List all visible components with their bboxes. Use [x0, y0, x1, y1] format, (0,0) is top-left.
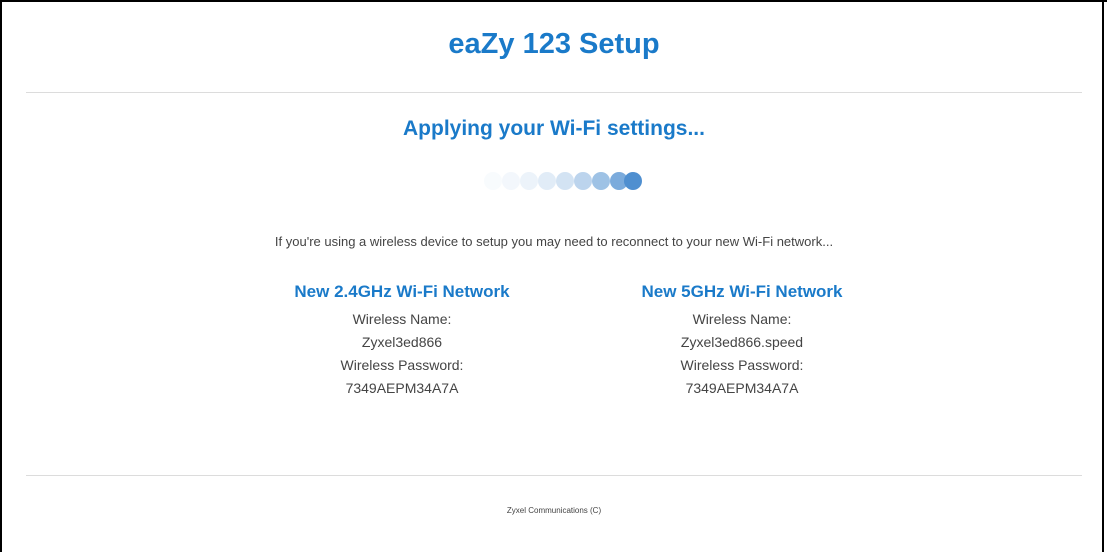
wireless-password-label: Wireless Password:	[680, 357, 804, 373]
network-5ghz-panel: New 5GHz Wi-Fi Network Wireless Name: Zy…	[592, 282, 892, 400]
network-title: New 5GHz Wi-Fi Network	[641, 282, 843, 301]
app-title: eaZy 123 Setup	[448, 28, 660, 60]
footer-copyright: Zyxel Communications (C)	[506, 506, 602, 515]
spinner-dot	[624, 172, 642, 190]
page-frame: eaZy 123 Setup Applying your Wi-Fi setti…	[0, 0, 1104, 552]
network-title: New 2.4GHz Wi-Fi Network	[294, 282, 510, 301]
wireless-name-value: Zyxel3ed866	[361, 334, 443, 350]
wireless-password-value: 7349AEPM34A7A	[345, 380, 459, 396]
spinner-dot	[520, 172, 538, 190]
spinner-dot	[502, 172, 520, 190]
header-divider	[26, 92, 1082, 93]
spinner-dot	[556, 172, 574, 190]
wireless-name-value: Zyxel3ed866.speed	[680, 334, 804, 350]
status-heading: Applying your Wi-Fi settings...	[403, 117, 705, 140]
wireless-name-label: Wireless Name:	[352, 311, 452, 327]
wireless-password-label: Wireless Password:	[340, 357, 464, 373]
reconnect-notice: If you're using a wireless device to set…	[274, 234, 834, 249]
wireless-name-label: Wireless Name:	[692, 311, 792, 327]
spinner-dot	[574, 172, 592, 190]
wireless-password-value: 7349AEPM34A7A	[685, 380, 799, 396]
spinner-dot	[592, 172, 610, 190]
network-2-4ghz-panel: New 2.4GHz Wi-Fi Network Wireless Name: …	[252, 282, 552, 400]
loading-dots-icon	[482, 171, 642, 191]
spinner-dot	[484, 172, 502, 190]
footer-divider	[26, 475, 1082, 476]
spinner-dot	[538, 172, 556, 190]
